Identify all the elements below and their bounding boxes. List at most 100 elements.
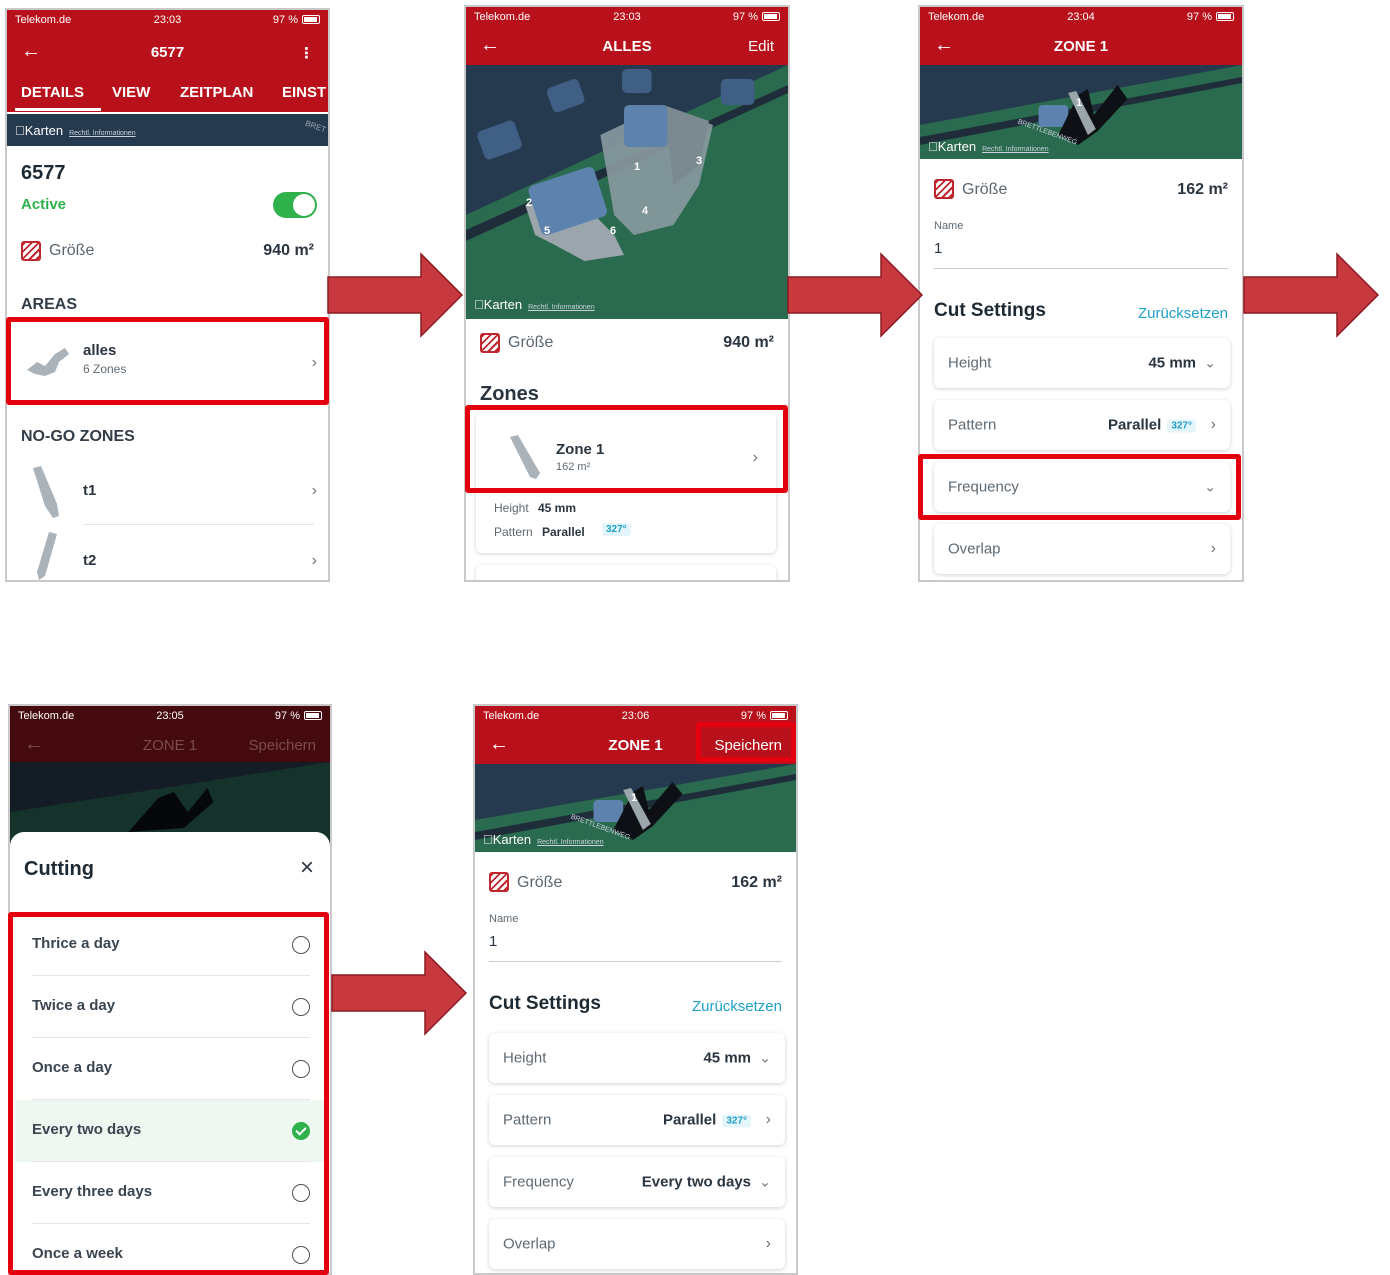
pattern-setting[interactable]: Pattern Parallel 327° › (934, 400, 1230, 450)
size-label: Größe (49, 242, 95, 259)
active-status: Active (21, 196, 67, 213)
active-toggle[interactable] (273, 192, 317, 218)
name-field[interactable]: 1 (934, 240, 942, 257)
zone-number: 5 (544, 225, 551, 237)
frequency-setting[interactable]: Frequency ⌄ (934, 462, 1230, 512)
area-zone-count: 6 Zones (83, 362, 127, 376)
tab-zeitplan[interactable]: ZEITPLAN (180, 84, 253, 101)
chevron-down-icon: ⌄ (1204, 354, 1216, 371)
area-size-icon (489, 872, 509, 892)
nav-bar: ← ALLES Edit (466, 27, 788, 65)
nav-bar: ← ZONE 1 (920, 27, 1242, 65)
battery-icon (762, 12, 780, 21)
radio-icon[interactable] (292, 1246, 310, 1264)
zone-map[interactable]: 1 BRETTLEBENWEG KartenRechtl. Informati… (475, 764, 796, 852)
frequency-option[interactable]: Every three days (16, 1162, 324, 1224)
pattern-value: Parallel (1107, 416, 1162, 434)
tab-einst[interactable]: EINST (282, 84, 326, 101)
battery-percent: 97 % (732, 11, 758, 23)
back-arrow-icon[interactable]: ← (934, 34, 954, 57)
nogo-shape-icon (33, 466, 59, 518)
screen-zone-details: Telekom.de 23:03 97 % ← 6577 ⋮ DETAILS V… (5, 8, 330, 582)
more-menu-icon[interactable]: ⋮ (299, 44, 314, 62)
size-label: Größe (517, 874, 563, 891)
zone-card[interactable]: Zone 1 162 m² › Height 45 mm Pattern Par… (476, 413, 776, 553)
radio-icon[interactable] (292, 1060, 310, 1078)
back-arrow-icon[interactable]: ← (489, 733, 509, 756)
sheet-title: Cutting (24, 858, 94, 880)
area-shape-icon (27, 348, 69, 376)
overlap-setting[interactable]: Overlap › (489, 1219, 785, 1269)
zones-map[interactable]: 1 2 3 4 5 6 KartenRechtl. Informationen (466, 65, 788, 319)
zone-number: 4 (642, 205, 649, 217)
size-value: 162 m² (731, 874, 782, 891)
pattern-label: Pattern (494, 525, 533, 539)
frequency-option[interactable]: Once a week (16, 1224, 324, 1273)
frequency-option-label: Once a week (32, 1245, 123, 1262)
zone-shape-icon (510, 435, 540, 479)
flow-arrow-icon (787, 252, 924, 338)
tab-bar: DETAILS VIEW ZEITPLAN EINST (7, 78, 328, 112)
zone-number: 1 (634, 161, 641, 173)
zone-number: 2 (526, 197, 533, 209)
back-arrow-icon[interactable]: ← (480, 34, 500, 57)
map-attribution: KartenRechtl. Informationen (928, 139, 1049, 154)
zones-heading: Zones (480, 383, 539, 405)
area-item[interactable]: alles 6 Zones › (15, 326, 325, 406)
screen-zone-settings: Telekom.de 23:04 97 % ← ZONE 1 1 BRETTLE… (918, 5, 1244, 582)
reset-link[interactable]: Zurücksetzen (692, 998, 782, 1015)
zone-map[interactable]: 1 BRETTLEBENWEG KartenRechtl. Informati… (920, 65, 1242, 159)
nogo-item-t2[interactable]: t2 › (15, 526, 325, 580)
tab-details[interactable]: DETAILS (21, 84, 84, 101)
height-setting[interactable]: Height 45 mm ⌄ (934, 338, 1230, 388)
zone-title: 6577 (21, 162, 66, 184)
frequency-option[interactable]: Twice a day (16, 976, 324, 1038)
size-label: Größe (508, 334, 554, 351)
nogo-item-t1[interactable]: t1 › (15, 456, 325, 524)
size-label: Größe (962, 181, 1008, 198)
map-attribution: KartenRechtl. Informationen (483, 832, 604, 847)
radio-checked-icon[interactable] (292, 1122, 310, 1140)
nogo-heading: NO-GO ZONES (21, 428, 135, 445)
screen-cutting-sheet: Telekom.de 23:05 97 % ← ZONE 1 Speichern… (8, 704, 332, 1275)
chevron-right-icon: › (311, 482, 317, 499)
zones-map-graphic (466, 65, 788, 319)
frequency-option[interactable]: Once a day (16, 1038, 324, 1100)
screen-area-zones: Telekom.de 23:03 97 % ← ALLES Edit 1 2 3… (464, 5, 790, 582)
name-field[interactable]: 1 (489, 933, 497, 950)
frequency-option[interactable]: Thrice a day (16, 914, 324, 976)
save-button[interactable]: Speichern (714, 737, 782, 754)
radio-icon[interactable] (292, 1184, 310, 1202)
next-zone-card[interactable] (476, 565, 776, 580)
save-button: Speichern (248, 737, 316, 754)
map-attribution: KartenRechtl. Informationen (474, 297, 595, 312)
chevron-right-icon: › (1210, 416, 1216, 433)
frequency-option[interactable]: Every two days (16, 1100, 324, 1162)
edit-button[interactable]: Edit (748, 38, 774, 55)
radio-icon[interactable] (292, 936, 310, 954)
back-arrow-icon: ← (24, 733, 44, 755)
height-value: 45 mm (538, 501, 577, 515)
status-bar: Telekom.de 23:03 97 % (7, 10, 328, 30)
height-setting[interactable]: Height 45 mm ⌄ (489, 1033, 785, 1083)
close-icon[interactable]: × (300, 854, 314, 882)
flow-arrow-icon (331, 950, 468, 1036)
nogo-name: t2 (83, 552, 97, 569)
pattern-setting[interactable]: Pattern Parallel 327° › (489, 1095, 785, 1145)
tab-view[interactable]: VIEW (112, 84, 150, 101)
battery-icon (770, 711, 788, 720)
radio-icon[interactable] (292, 998, 310, 1016)
zone-size: 162 m² (556, 461, 591, 473)
name-label: Name (489, 913, 519, 925)
area-name: alles (83, 342, 117, 359)
back-arrow-icon[interactable]: ← (21, 40, 41, 63)
map-strip: KartenRechtl. Informationen BRET (7, 114, 328, 146)
dimmed-map-graphic (10, 762, 330, 842)
status-bar: Telekom.de 23:06 97 % (475, 706, 796, 726)
zone-number: 1 (1076, 97, 1083, 109)
reset-link[interactable]: Zurücksetzen (1138, 305, 1228, 322)
status-bar: Telekom.de 23:05 97 % (10, 706, 330, 726)
pattern-angle-badge: 327° (602, 523, 631, 536)
frequency-setting[interactable]: Frequency Every two days ⌄ (489, 1157, 785, 1207)
overlap-setting[interactable]: Overlap › (934, 524, 1230, 574)
